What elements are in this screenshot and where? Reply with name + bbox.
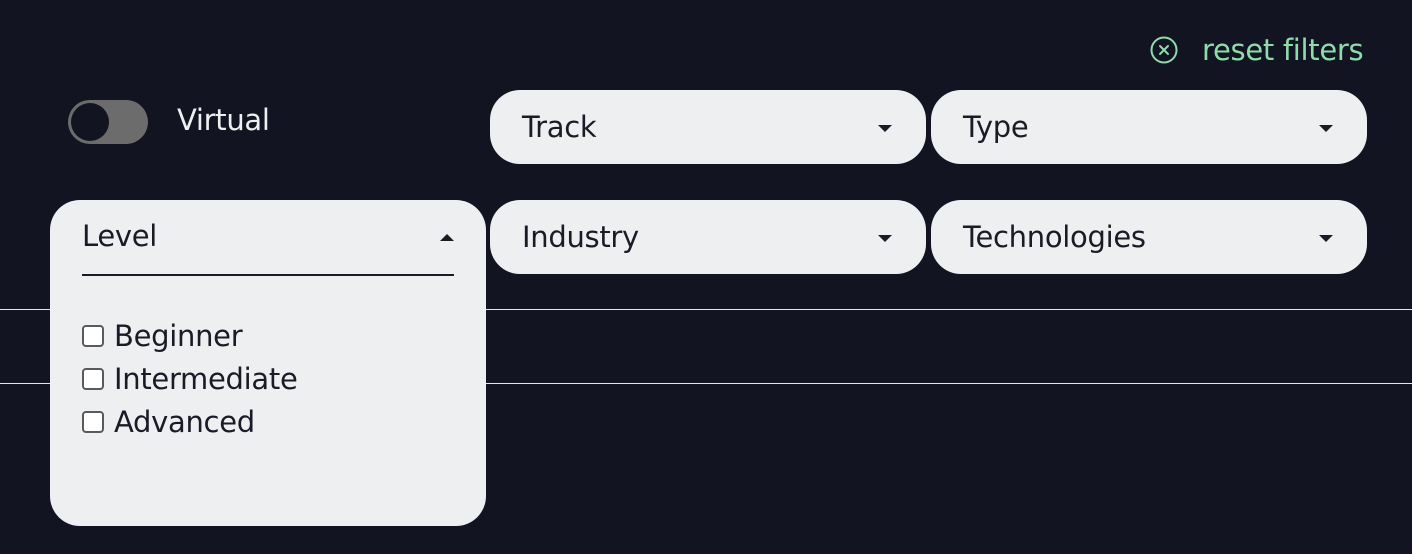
- level-dropdown-panel: Level Beginner Intermediate Advanced: [50, 200, 486, 526]
- level-options: Beginner Intermediate Advanced: [82, 307, 298, 451]
- level-option-advanced[interactable]: Advanced: [82, 393, 298, 451]
- caret-down-icon: [878, 125, 892, 132]
- close-circle-icon: [1150, 36, 1178, 64]
- beginner-label: Beginner: [114, 319, 243, 353]
- caret-down-icon: [878, 235, 892, 242]
- intermediate-label: Intermediate: [114, 362, 298, 396]
- beginner-checkbox[interactable]: [82, 325, 104, 347]
- advanced-checkbox[interactable]: [82, 411, 104, 433]
- virtual-toggle-label: Virtual: [177, 103, 270, 137]
- track-select-label: Track: [522, 110, 597, 144]
- track-select[interactable]: Track: [490, 90, 926, 164]
- advanced-label: Advanced: [114, 405, 255, 439]
- technologies-select[interactable]: Technologies: [931, 200, 1367, 274]
- level-select-label: Level: [82, 219, 158, 253]
- virtual-toggle[interactable]: [68, 100, 148, 144]
- reset-filters-label: reset filters: [1202, 33, 1364, 67]
- industry-select[interactable]: Industry: [490, 200, 926, 274]
- industry-select-label: Industry: [522, 220, 639, 254]
- type-select-label: Type: [963, 110, 1029, 144]
- technologies-select-label: Technologies: [963, 220, 1146, 254]
- level-select[interactable]: Level: [82, 200, 454, 276]
- toggle-knob: [71, 103, 109, 141]
- caret-down-icon: [1319, 125, 1333, 132]
- type-select[interactable]: Type: [931, 90, 1367, 164]
- reset-filters-button[interactable]: reset filters: [1149, 30, 1364, 70]
- caret-up-icon: [440, 234, 454, 241]
- intermediate-checkbox[interactable]: [82, 368, 104, 390]
- caret-down-icon: [1319, 235, 1333, 242]
